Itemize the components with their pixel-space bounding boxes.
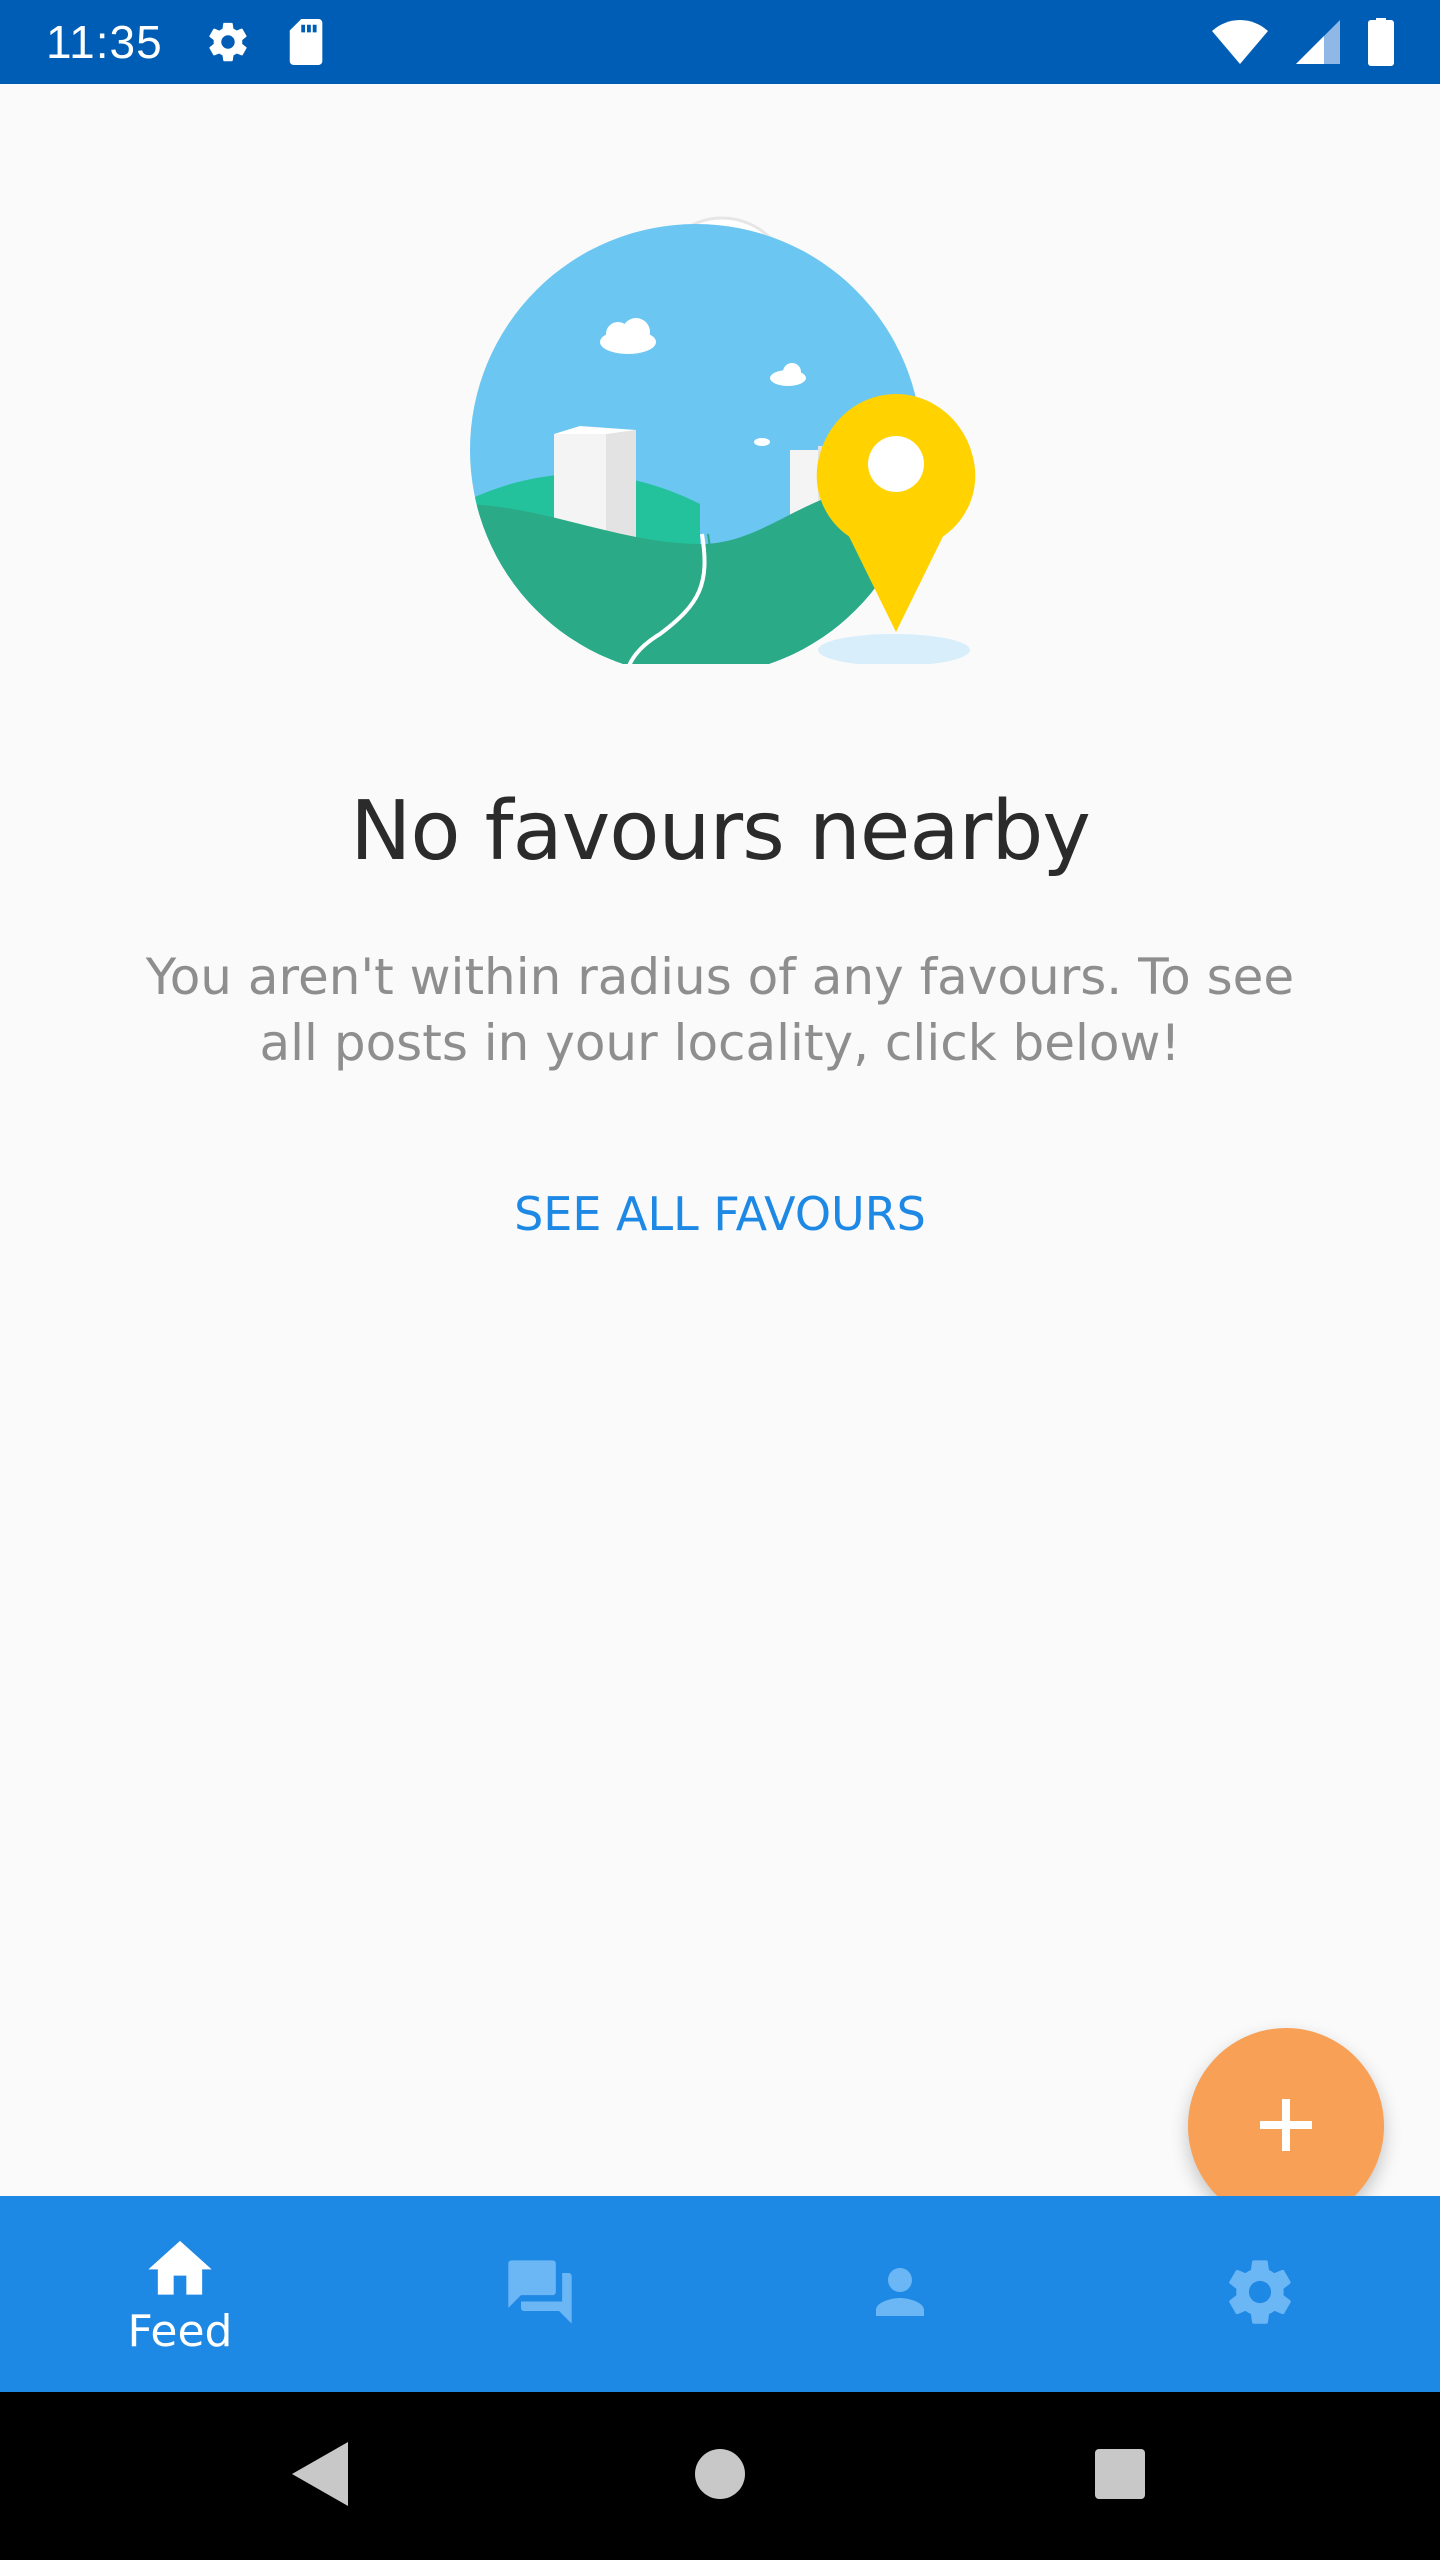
back-icon xyxy=(292,2441,348,2511)
system-recents-button[interactable] xyxy=(920,2392,1320,2560)
gear-icon xyxy=(205,19,251,65)
add-favour-button[interactable] xyxy=(1188,2028,1384,2224)
settings-icon xyxy=(1222,2254,1298,2335)
wifi-icon xyxy=(1212,20,1268,64)
recents-icon xyxy=(1094,2448,1146,2505)
feed-content: No favours nearby You aren't within radi… xyxy=(0,84,1440,2224)
nav-item-label: Feed xyxy=(127,2306,233,2357)
see-all-favours-button[interactable]: SEE ALL FAVOURS xyxy=(470,1154,970,1274)
battery-icon xyxy=(1368,18,1394,66)
empty-state-message: You aren't within radius of any favours.… xyxy=(145,948,1295,1072)
system-back-button[interactable] xyxy=(120,2392,520,2560)
empty-state-title: No favours nearby xyxy=(350,784,1091,879)
status-time: 11:35 xyxy=(46,16,163,68)
person-icon xyxy=(864,2256,936,2333)
status-bar: 11:35 xyxy=(0,0,1440,84)
nav-item-settings[interactable] xyxy=(1080,2196,1440,2392)
home-circle-icon xyxy=(694,2448,746,2505)
chat-icon xyxy=(502,2254,578,2335)
plus-icon xyxy=(1256,2095,1316,2158)
bottom-navigation: Feed xyxy=(0,2196,1440,2392)
system-navigation-bar xyxy=(0,2392,1440,2560)
nav-item-profile[interactable] xyxy=(720,2196,1080,2392)
nav-item-messages[interactable] xyxy=(360,2196,720,2392)
system-home-button[interactable] xyxy=(520,2392,920,2560)
home-icon xyxy=(142,2231,218,2300)
nav-item-feed[interactable]: Feed xyxy=(0,2196,360,2392)
sd-card-icon xyxy=(287,19,327,65)
empty-state-illustration xyxy=(460,164,980,676)
signal-icon xyxy=(1296,20,1340,64)
